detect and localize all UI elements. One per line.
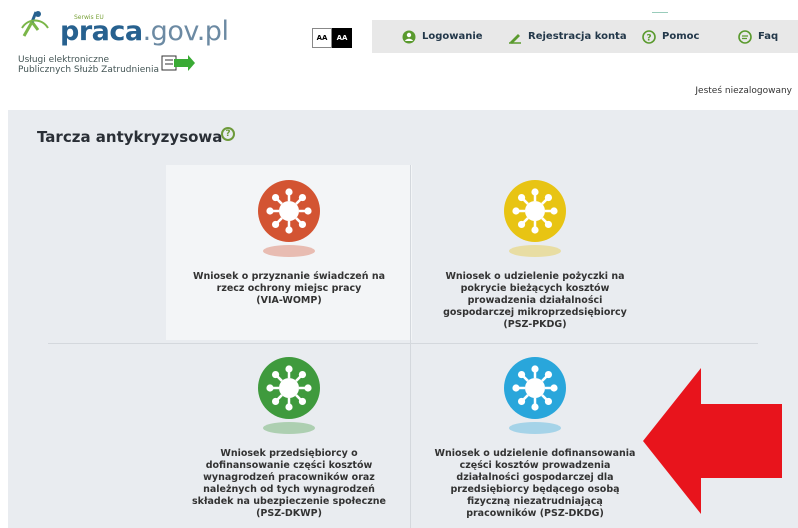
tile-text-line: działalności gospodarczej dla	[456, 472, 614, 483]
section-title: Tarcza antykryzysowa	[37, 128, 223, 146]
section-help-icon[interactable]: ?	[221, 127, 235, 141]
svg-text:?: ?	[646, 33, 651, 43]
tile-text-line: należnych od tych wynagrodzeń	[203, 484, 375, 495]
chat-icon	[738, 29, 752, 44]
tile-psz-pkdg[interactable]: Wniosek o udzielenie pożyczki na pokrycie…	[412, 165, 658, 340]
tile-text-line: dofinansowanie części kosztów	[205, 460, 373, 471]
tile-divider-vertical	[410, 165, 411, 528]
register-label: Rejestracja konta	[528, 31, 627, 42]
logo-suffix: .gov.pl	[142, 16, 229, 47]
faq-label: Faq	[758, 31, 779, 42]
tile-text-line: Wniosek o przyznanie świadczeń na	[192, 271, 385, 282]
virus-icon-blue	[504, 357, 566, 419]
nav-divider	[652, 12, 668, 13]
logo-text: praca.gov.pl	[60, 16, 229, 47]
user-icon	[402, 30, 416, 43]
tile-text-line: (PSZ-PKDG)	[503, 319, 567, 330]
register-link[interactable]: Rejestracja konta	[508, 30, 627, 44]
services-line1: Usługi elektroniczne	[18, 55, 110, 65]
tile-text-line: pracowników (PSZ-DKDG)	[466, 508, 604, 519]
tile-text: Wniosek o udzielenie pożyczki na pokrycie…	[443, 271, 627, 331]
pencil-icon	[509, 33, 521, 44]
top-nav: Logowanie Rejestracja konta ? Pomoc Faq	[372, 20, 798, 53]
icon-reflection	[509, 245, 561, 257]
virus-icon-red	[258, 180, 320, 242]
tile-text-line: rzecz ochrony miejsc pracy	[216, 283, 362, 294]
login-link[interactable]: Logowanie	[402, 30, 483, 44]
font-contrast-button[interactable]: AA	[332, 28, 352, 48]
tile-text-line: składek na ubezpieczenie społeczne	[192, 496, 386, 507]
logo-figure-icon	[21, 11, 49, 37]
font-size-toggle: AA AA	[312, 28, 352, 48]
virus-icon-green	[258, 357, 320, 419]
font-normal-button[interactable]: AA	[312, 28, 332, 48]
tile-text-line: Wniosek o udzielenie pożyczki na	[445, 271, 625, 282]
tile-text-line: prowadzenia działalności	[467, 295, 603, 306]
icon-reflection	[263, 245, 315, 257]
icon-reflection	[263, 422, 315, 434]
tile-divider-horizontal	[48, 343, 758, 344]
virus-icon-yellow	[504, 180, 566, 242]
tile-text: Wniosek przedsiębiorcy o dofinansowanie c…	[192, 448, 386, 520]
icon-reflection	[509, 422, 561, 434]
services-arrow-icon	[161, 55, 195, 71]
tile-text-line: Wniosek przedsiębiorcy o	[220, 448, 358, 459]
tile-text-line: części kosztów prowadzenia	[459, 460, 611, 471]
login-status: Jesteś niezalogowany	[695, 86, 792, 96]
tile-text: Wniosek o przyznanie świadczeń na rzecz o…	[193, 271, 385, 307]
tile-text-line: Wniosek o udzielenie dofinansowania	[434, 448, 636, 459]
tile-text-line: (VIA-WOMP)	[256, 295, 322, 306]
tile-psz-dkwp[interactable]: Wniosek przedsiębiorcy o dofinansowanie c…	[166, 348, 412, 528]
tile-text-line: pokrycie bieżących kosztów	[460, 283, 610, 294]
services-caption: Usługi elektroniczne Publicznych Służb Z…	[18, 55, 159, 75]
tile-text-line: fizyczną niezatrudniającą	[467, 496, 603, 507]
tile-text-line: gospodarczej mikroprzedsiębiorcy	[443, 307, 627, 318]
login-label: Logowanie	[422, 31, 483, 42]
tile-psz-dkdg[interactable]: Wniosek o udzielenie dofinansowania częśc…	[412, 348, 658, 528]
tile-text-line: (PSZ-DKWP)	[256, 508, 322, 519]
tile-text-line: przedsiębiorcy będącego osobą	[450, 484, 620, 495]
praca-logo[interactable]: Serwis EU praca.gov.pl	[18, 8, 229, 48]
tile-via-womp[interactable]: Wniosek o przyznanie świadczeń na rzecz o…	[166, 165, 412, 340]
tile-text-line: wynagrodzeń pracowników oraz	[203, 472, 375, 483]
logo-main: praca	[60, 16, 143, 47]
services-line2: Publicznych Służb Zatrudnienia	[18, 65, 159, 75]
help-link[interactable]: ? Pomoc	[642, 29, 700, 44]
tile-text: Wniosek o udzielenie dofinansowania częśc…	[435, 448, 636, 520]
help-label: Pomoc	[662, 31, 700, 42]
faq-link[interactable]: Faq	[738, 29, 779, 44]
header: Serwis EU praca.gov.pl Usługi elektronic…	[0, 0, 798, 110]
question-icon: ?	[642, 29, 656, 44]
red-arrow-icon	[643, 368, 782, 514]
